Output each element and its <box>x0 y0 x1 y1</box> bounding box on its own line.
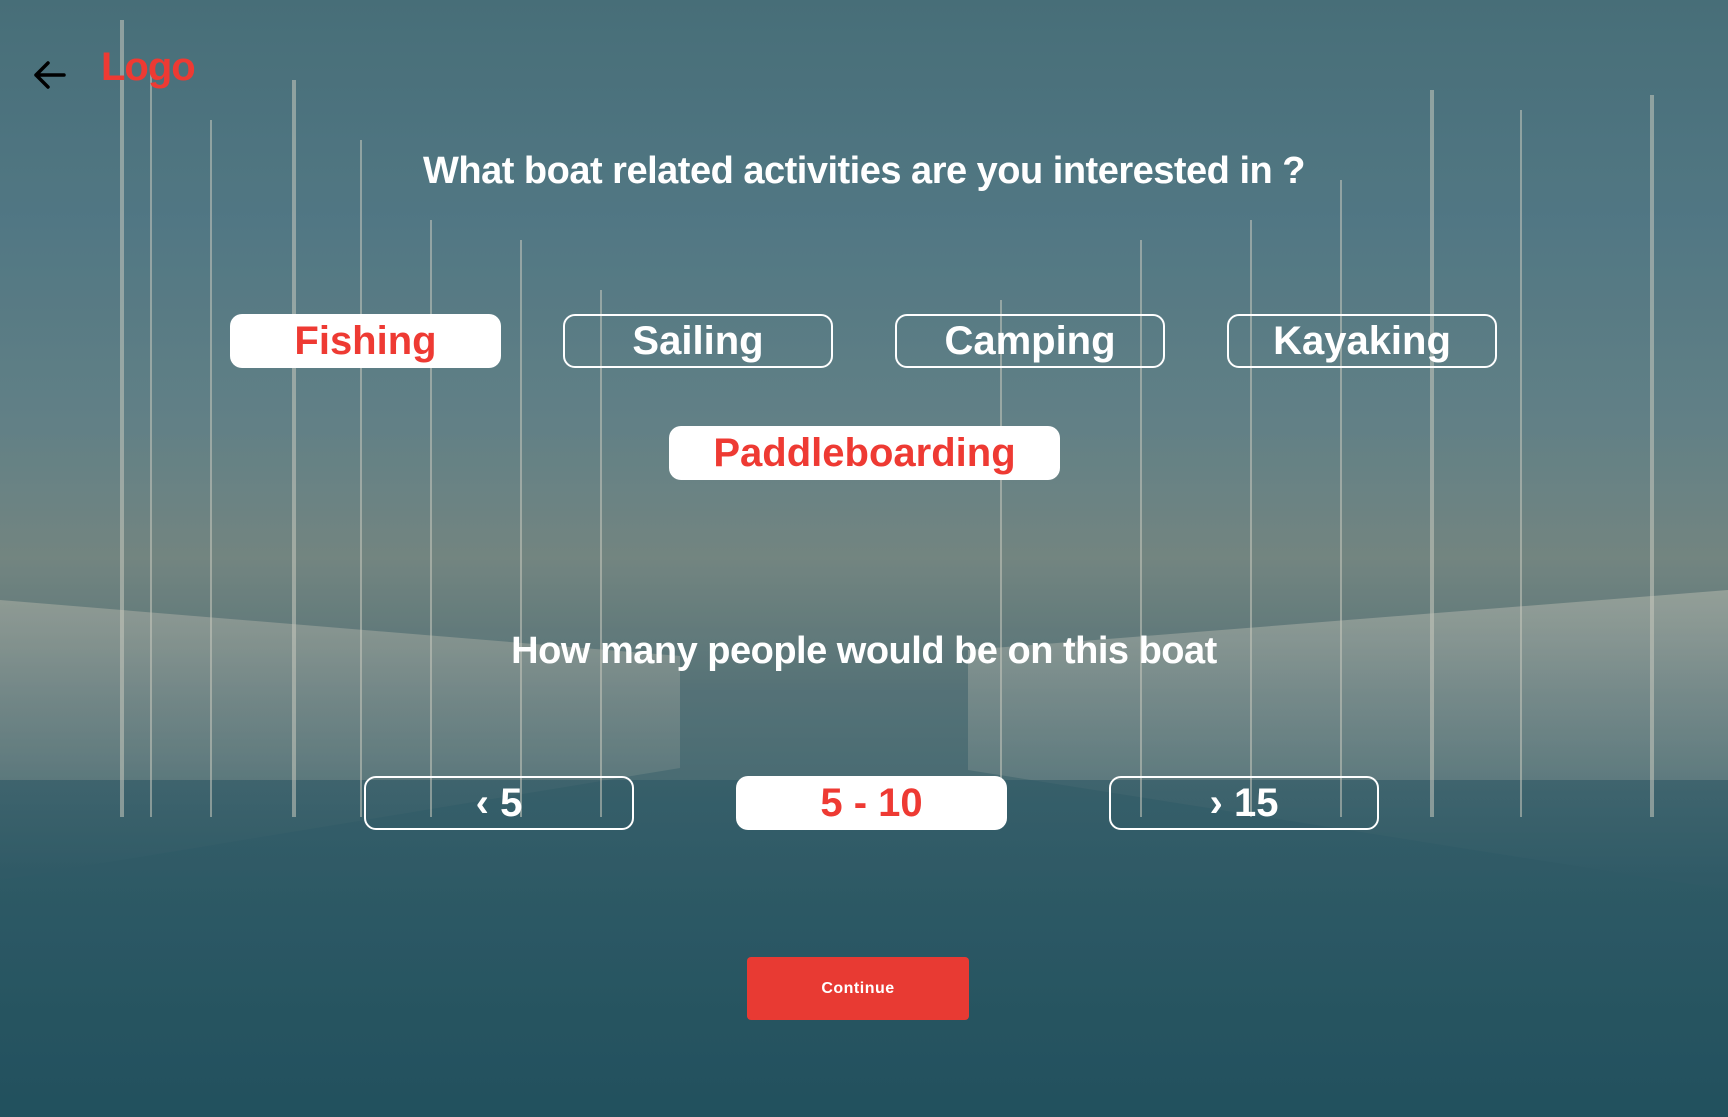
option-label: Fishing <box>294 318 437 363</box>
option-label: Sailing <box>632 318 764 363</box>
option-less-than-5[interactable]: ‹ 5 <box>364 776 634 830</box>
arrow-left-icon[interactable] <box>30 55 70 95</box>
option-kayaking[interactable]: Kayaking <box>1227 314 1497 368</box>
option-more-than-15[interactable]: › 15 <box>1109 776 1379 830</box>
option-paddleboarding[interactable]: Paddleboarding <box>669 426 1060 480</box>
option-label: › 15 <box>1209 780 1279 825</box>
option-sailing[interactable]: Sailing <box>563 314 833 368</box>
option-camping[interactable]: Camping <box>895 314 1165 368</box>
option-label: ‹ 5 <box>475 780 523 825</box>
option-label: Camping <box>944 318 1116 363</box>
option-5-to-10[interactable]: 5 - 10 <box>736 776 1007 830</box>
continue-button[interactable]: Continue <box>747 957 969 1020</box>
option-label: 5 - 10 <box>820 780 923 825</box>
option-label: Paddleboarding <box>713 430 1016 475</box>
option-fishing[interactable]: Fishing <box>230 314 501 368</box>
activities-question: What boat related activities are you int… <box>422 150 1306 192</box>
logo[interactable]: Logo <box>101 45 196 90</box>
people-question: How many people would be on this boat <box>511 630 1217 672</box>
option-label: Kayaking <box>1273 318 1451 363</box>
